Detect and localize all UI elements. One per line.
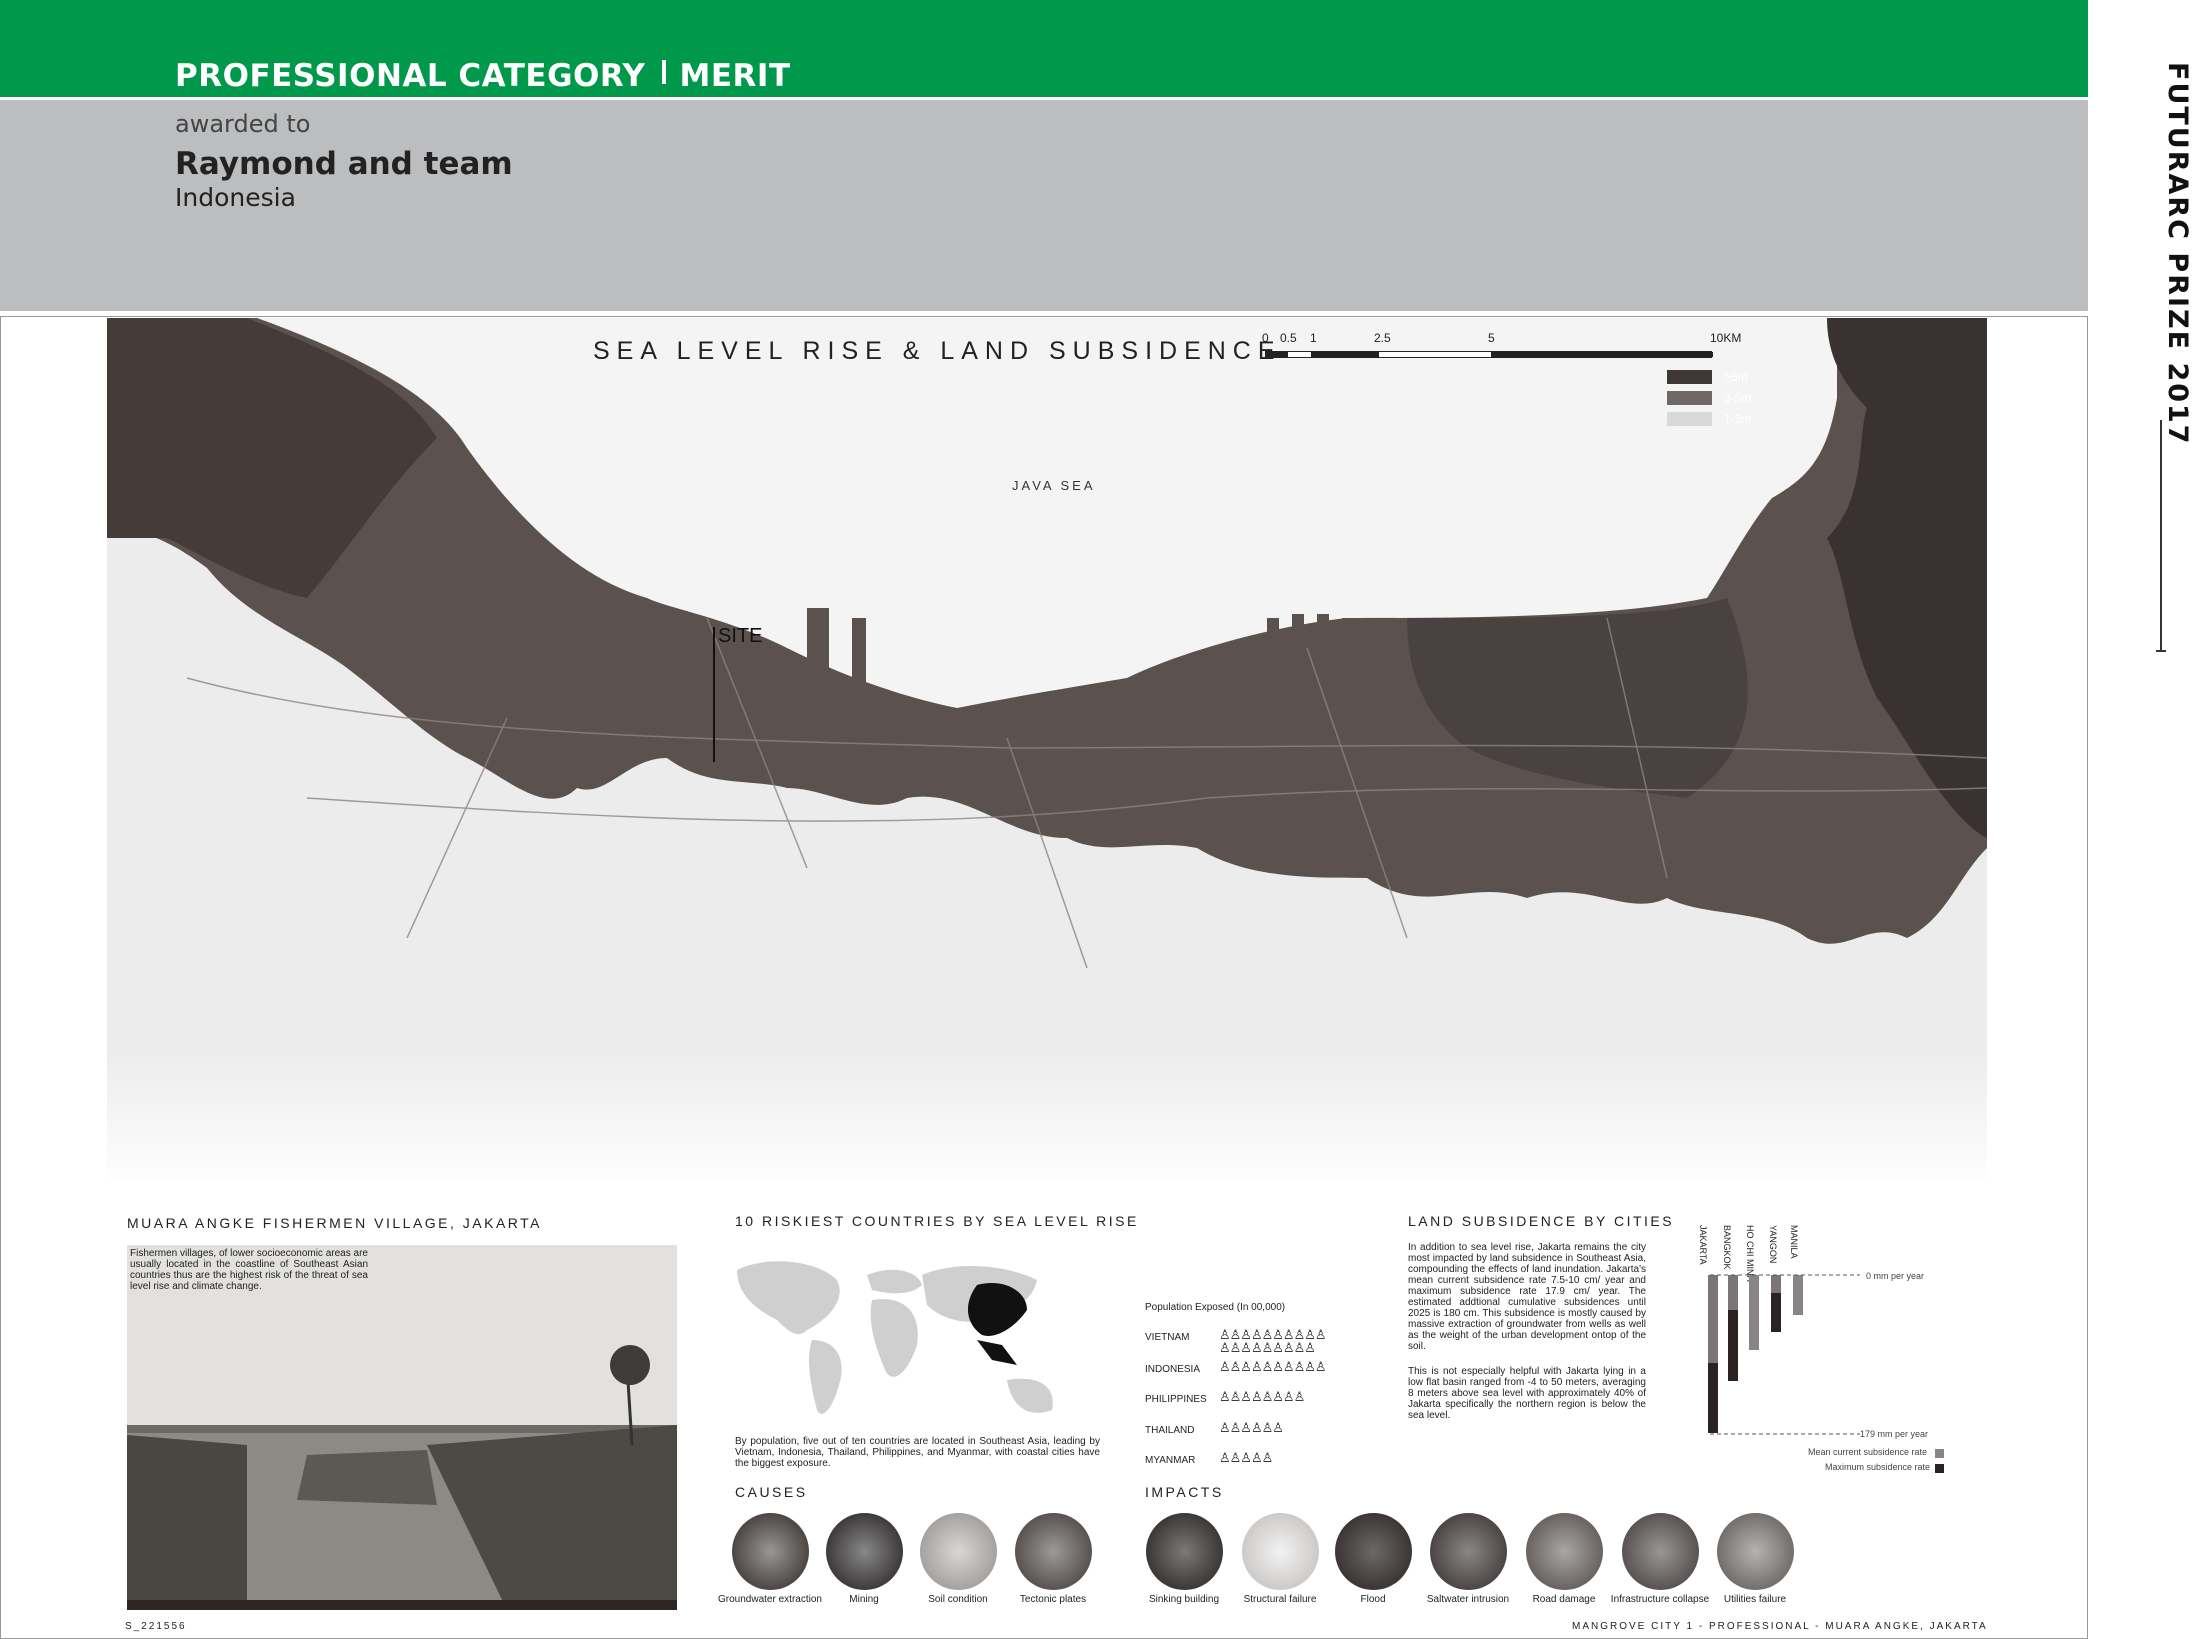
scale-segment	[1266, 352, 1288, 357]
city-label: YANGON	[1768, 1225, 1778, 1264]
winner-name: Raymond and team	[175, 146, 513, 182]
population-icons: ♙♙♙♙♙	[1219, 1450, 1273, 1465]
world-map	[737, 1261, 1053, 1414]
subsidence-paragraph: In addition to sea level rise, Jakarta r…	[1408, 1242, 1646, 1352]
map-title: SEA LEVEL RISE & LAND SUBSIDENCE	[593, 337, 1282, 365]
side-rule	[2160, 420, 2162, 650]
legend-label: 1-3m	[1724, 412, 1752, 426]
population-title: Population Exposed (In 00,000)	[1145, 1302, 1286, 1313]
chart-guides	[1710, 1274, 1860, 1435]
legend-label: >5m	[1724, 370, 1748, 384]
footer-project: MANGROVE CITY 1 - PROFESSIONAL - MUARA A…	[1572, 1621, 1988, 1632]
chart-axis-top: 0 mm per year	[1866, 1271, 1925, 1281]
population-icons: ♙♙♙♙♙♙♙♙	[1219, 1389, 1305, 1404]
population-icons: ♙♙♙♙♙♙♙♙♙♙	[1219, 1359, 1327, 1374]
subsidence-heading: LAND SUBSIDENCE BY CITIES	[1408, 1213, 1675, 1229]
subsidence-paragraph: This is not especially helpful with Jaka…	[1408, 1366, 1646, 1421]
legend-max-swatch	[1935, 1464, 1944, 1473]
side-title: FUTURARC PRIZE 2017	[2162, 62, 2193, 446]
legend-swatch	[1667, 391, 1712, 405]
saltwater-intrusion-image	[1430, 1513, 1507, 1590]
scale-tick: 0.5	[1280, 331, 1297, 345]
scale-segment	[1311, 352, 1379, 357]
sinking-building-image	[1146, 1513, 1223, 1590]
soil-condition-image	[920, 1513, 997, 1590]
award-category: PROFESSIONAL CATEGORY MERIT	[175, 58, 791, 94]
footer-id: S_221556	[125, 1621, 187, 1632]
scale-tick: 0	[1262, 331, 1269, 345]
legend-swatch	[1667, 370, 1712, 384]
village-caption: Fishermen villages, of lower socioeconom…	[130, 1248, 368, 1292]
population-icons: ♙♙♙♙♙♙♙♙♙♙♙♙♙♙♙♙♙♙♙	[1219, 1327, 1327, 1355]
population-icons: ♙♙♙♙♙♙	[1219, 1420, 1284, 1435]
country-name: PHILIPPINES	[1145, 1394, 1207, 1405]
legend-label: 3-5m	[1724, 391, 1752, 405]
map-fade	[107, 1050, 1987, 1190]
legend-swatch	[1667, 412, 1712, 426]
road-damage-image	[1526, 1513, 1603, 1590]
country-name: VIETNAM	[1145, 1332, 1190, 1343]
groundwater-extraction-image	[732, 1513, 809, 1590]
scale-tick: 5	[1488, 331, 1495, 345]
utilities-failure-image	[1717, 1513, 1794, 1590]
mining-image	[826, 1513, 903, 1590]
structural-failure-image	[1242, 1513, 1319, 1590]
site-label: SITE	[718, 625, 763, 647]
site-pointer	[713, 627, 715, 762]
scale-tick: 10KM	[1710, 331, 1742, 345]
legend-max-label: Maximum subsidence rate	[1825, 1462, 1931, 1472]
java-sea-label: JAVA SEA	[1012, 478, 1096, 493]
side-tick	[2156, 650, 2166, 652]
awarded-to-label: awarded to	[175, 110, 311, 138]
country-name: THAILAND	[1145, 1425, 1195, 1436]
country-name: MYANMAR	[1145, 1455, 1196, 1466]
chart-axis-bottom: 179 mm per year	[1860, 1429, 1929, 1439]
scale-segment	[1491, 352, 1713, 357]
award-label: MERIT	[679, 58, 791, 94]
scale-tick: 1	[1310, 331, 1317, 345]
fishermen-village-photo	[127, 1245, 677, 1610]
village-heading: MUARA ANGKE FISHERMEN VILLAGE, JAKARTA	[127, 1215, 543, 1231]
impacts-heading: IMPACTS	[1145, 1484, 1224, 1500]
scale-tick: 2.5	[1374, 331, 1391, 345]
legend-mean-swatch	[1935, 1449, 1944, 1458]
awardee-band	[0, 100, 2088, 311]
country-name: INDONESIA	[1145, 1364, 1201, 1375]
legend-mean-label: Mean current subsidence rate	[1808, 1447, 1928, 1457]
city-label: MANILA	[1789, 1225, 1799, 1259]
infrastructure-collapse-image	[1622, 1513, 1699, 1590]
category-separator	[661, 60, 666, 84]
riskiest-note: By population, five out of ten countries…	[735, 1436, 1100, 1469]
cause-label: Tectonic plates	[1019, 1594, 1087, 1605]
city-label: JAKARTA	[1698, 1225, 1708, 1265]
riskiest-heading: 10 RISKIEST COUNTRIES BY SEA LEVEL RISE	[735, 1213, 1139, 1229]
jakarta-subsidence-map	[107, 318, 1987, 1178]
causes-heading: CAUSES	[735, 1484, 808, 1500]
impact-label: Utilities failure	[1723, 1594, 1787, 1605]
category-label: PROFESSIONAL CATEGORY	[175, 58, 646, 94]
city-label: BANGKOK	[1722, 1225, 1732, 1270]
tectonic-plates-image	[1015, 1513, 1092, 1590]
scale-bar	[1265, 351, 1713, 358]
flood-image	[1335, 1513, 1412, 1590]
winner-country: Indonesia	[175, 183, 296, 212]
